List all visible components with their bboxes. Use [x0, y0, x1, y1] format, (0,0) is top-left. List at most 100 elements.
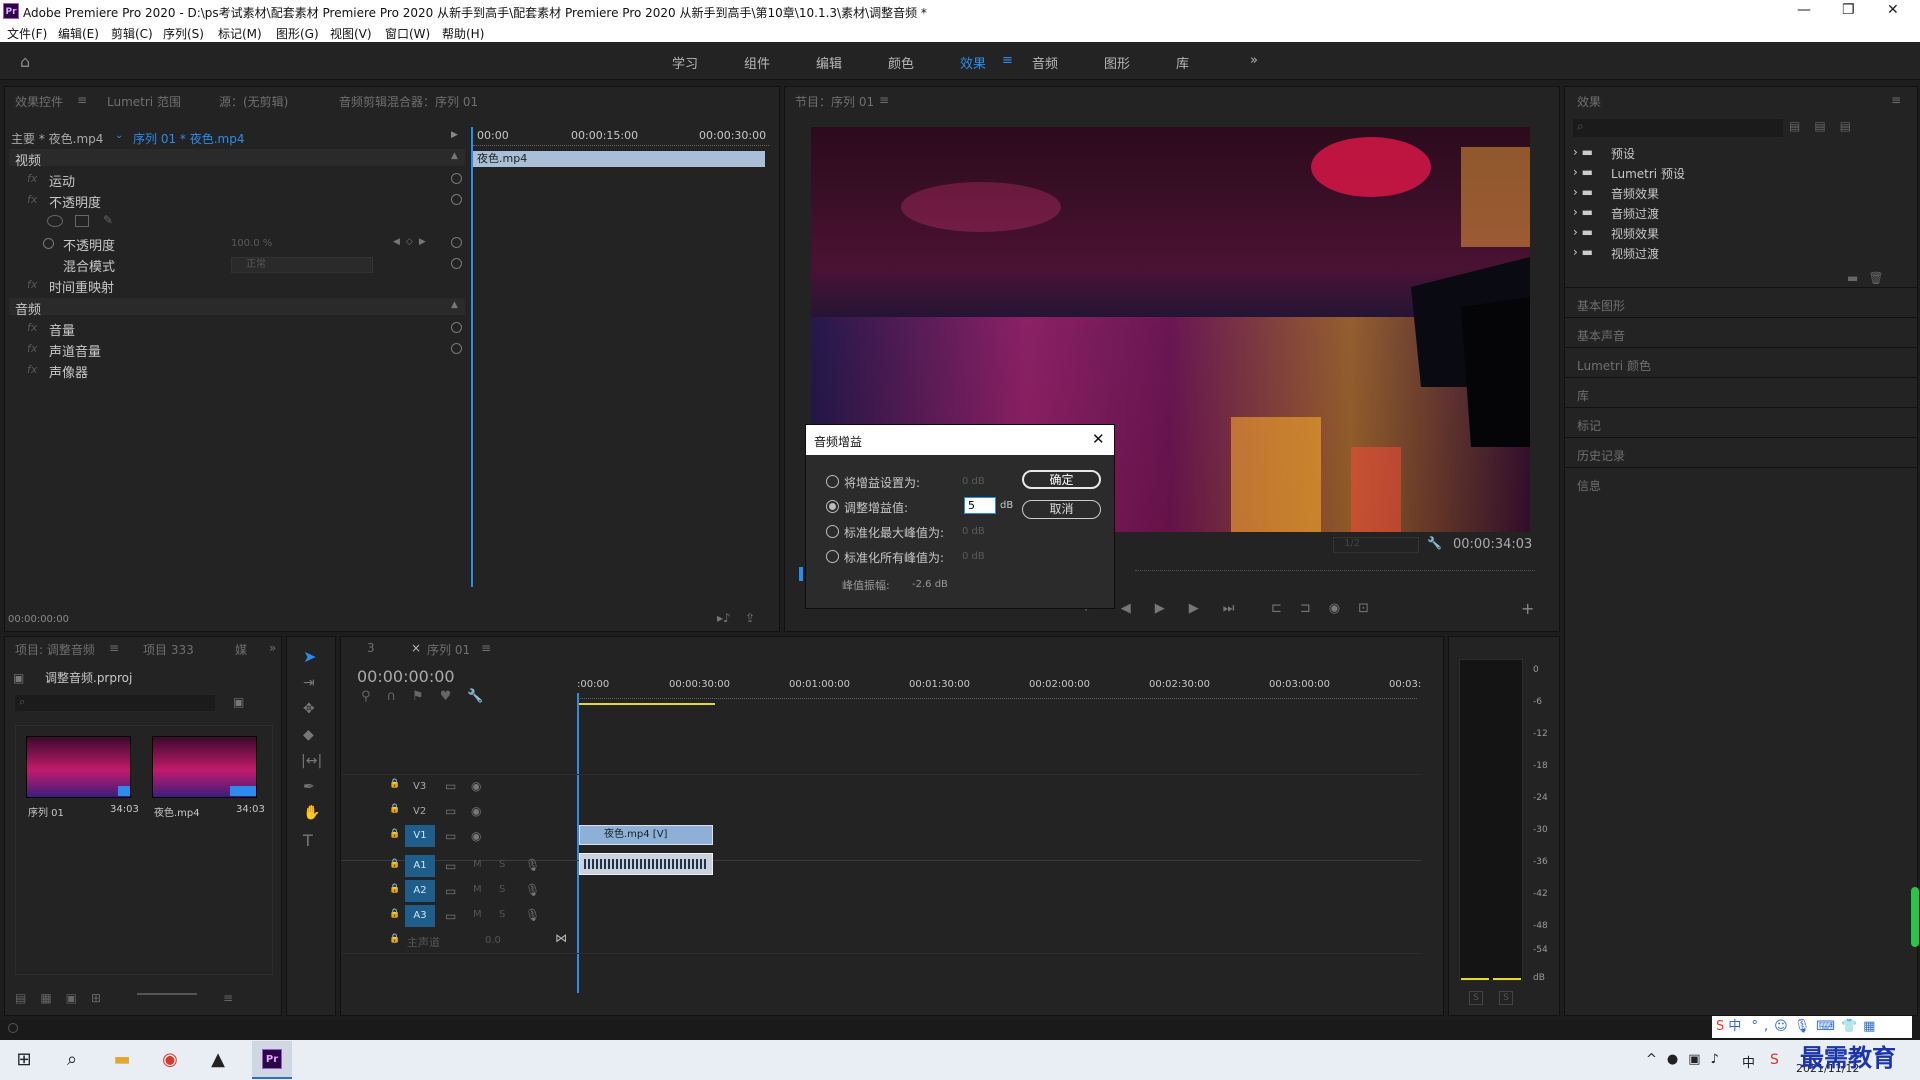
- panner-effect[interactable]: 声像器: [49, 362, 88, 381]
- more-workspaces-icon[interactable]: »: [1250, 53, 1258, 68]
- sync-lock-icon[interactable]: ▭: [445, 859, 456, 873]
- folder-video-transitions[interactable]: 视频过渡: [1611, 245, 1659, 262]
- menu-clip[interactable]: 剪辑(C): [111, 25, 153, 42]
- solo-button[interactable]: S: [499, 859, 505, 870]
- close-icon[interactable]: ✕: [1092, 430, 1105, 448]
- folder-audio-transitions[interactable]: 音频过渡: [1611, 205, 1659, 222]
- folder-audio-effects[interactable]: 音频效果: [1611, 185, 1659, 202]
- lock-icon[interactable]: 🔒: [389, 884, 400, 894]
- tab-close-icon[interactable]: ×: [411, 641, 421, 655]
- expand-icon[interactable]: ›: [1573, 225, 1578, 239]
- tab-menu-icon[interactable]: ≡: [1891, 93, 1901, 107]
- reset-icon[interactable]: [451, 322, 462, 333]
- adjust-gain-input[interactable]: 5: [964, 497, 996, 514]
- ok-button[interactable]: 确定: [1022, 470, 1101, 489]
- ws-color[interactable]: 颜色: [888, 53, 914, 72]
- motion-effect[interactable]: 运动: [49, 171, 75, 190]
- fx-badge[interactable]: fx: [27, 342, 37, 355]
- lock-icon[interactable]: 🔒: [389, 859, 400, 869]
- sync-lock-icon[interactable]: ▭: [445, 909, 456, 923]
- eye-icon[interactable]: ◉: [471, 829, 481, 843]
- menu-window[interactable]: 窗口(W): [385, 25, 430, 42]
- keyframe-nav-icon[interactable]: ◀◇▶: [393, 237, 432, 247]
- clip-item-name[interactable]: 夜色.mp4: [154, 804, 200, 819]
- work-area-bar[interactable]: [579, 703, 715, 705]
- ws-editing[interactable]: 编辑: [816, 53, 842, 72]
- track-v2[interactable]: V2: [413, 806, 426, 817]
- tab-menu-icon[interactable]: ≡: [109, 641, 119, 655]
- tab-menu-icon[interactable]: ≡: [481, 641, 491, 655]
- volume-effect[interactable]: 音量: [49, 320, 75, 339]
- search-icon[interactable]: ⌕: [54, 1046, 90, 1074]
- cancel-button[interactable]: 取消: [1022, 500, 1101, 519]
- panel-markers[interactable]: 标记: [1577, 417, 1601, 434]
- tab-source[interactable]: 源：(无剪辑): [219, 93, 288, 110]
- track-a1[interactable]: A1: [405, 855, 435, 877]
- fit-select[interactable]: 1/2: [1333, 537, 1419, 553]
- tab-lumetri-scopes[interactable]: Lumetri 范围: [107, 93, 181, 110]
- ec-clip-bar[interactable]: 夜色.mp4: [471, 151, 765, 167]
- razor-tool-icon[interactable]: ◆: [303, 727, 314, 743]
- timeline-tool-icons[interactable]: ⚲∩⚑♥🔧: [361, 689, 500, 704]
- expand-icon[interactable]: ›: [1573, 205, 1578, 219]
- solo-left-button[interactable]: S: [1469, 991, 1483, 1005]
- folder-presets[interactable]: 预设: [1611, 145, 1635, 162]
- type-tool-icon[interactable]: T: [303, 831, 313, 850]
- radio-normalize-all[interactable]: [826, 550, 839, 563]
- radio-normalize-max[interactable]: [826, 525, 839, 538]
- chevron-down-icon[interactable]: ⌄: [115, 130, 123, 141]
- eye-icon[interactable]: ◉: [471, 804, 481, 818]
- sync-lock-icon[interactable]: ▭: [445, 884, 456, 898]
- ws-menu-icon[interactable]: ≡: [1002, 53, 1013, 68]
- radio-adjust-gain[interactable]: [826, 500, 839, 513]
- play-only-icon[interactable]: ▶: [451, 130, 458, 140]
- fx-badge[interactable]: fx: [27, 278, 37, 291]
- system-tray-icons[interactable]: ^●▣♪: [1646, 1052, 1729, 1067]
- sequence-clip-label[interactable]: 序列 01 * 夜色.mp4: [133, 130, 244, 147]
- track-select-tool-icon[interactable]: ⇥: [303, 675, 315, 691]
- lock-icon[interactable]: 🔒: [389, 934, 400, 944]
- audio-clip[interactable]: [579, 853, 713, 875]
- overflow-icon[interactable]: »: [269, 641, 276, 655]
- opacity-value[interactable]: 100.0 %: [231, 238, 272, 249]
- folder-lumetri-presets[interactable]: Lumetri 预设: [1611, 165, 1685, 182]
- reset-icon[interactable]: [451, 237, 462, 248]
- ec-timecode[interactable]: 00:00:00:00: [8, 614, 69, 625]
- lock-icon[interactable]: 🔒: [389, 909, 400, 919]
- reset-icon[interactable]: [451, 258, 462, 269]
- restore-icon[interactable]: ❐: [1842, 2, 1855, 18]
- expand-icon[interactable]: ›: [1573, 245, 1578, 259]
- sequence-thumbnail[interactable]: [26, 736, 131, 798]
- lock-icon[interactable]: 🔒: [389, 779, 400, 789]
- panel-libraries[interactable]: 库: [1577, 387, 1589, 404]
- track-v3[interactable]: V3: [413, 781, 426, 792]
- sequence-item-name[interactable]: 序列 01: [28, 804, 64, 819]
- minimize-icon[interactable]: —: [1797, 2, 1811, 18]
- panel-essential-sound[interactable]: 基本声音: [1577, 327, 1625, 344]
- panel-lumetri-color[interactable]: Lumetri 颜色: [1577, 357, 1651, 374]
- ws-graphics[interactable]: 图形: [1104, 53, 1130, 72]
- expand-icon[interactable]: ›: [1573, 165, 1578, 179]
- mute-button[interactable]: M: [473, 884, 482, 895]
- sync-lock-icon[interactable]: ▭: [445, 804, 456, 818]
- mic-icon[interactable]: 🎙: [525, 858, 540, 872]
- collapse-icon[interactable]: ▲: [451, 151, 458, 161]
- tab-menu-icon[interactable]: ≡: [879, 93, 889, 107]
- file-explorer-icon[interactable]: ▬: [104, 1046, 140, 1074]
- photos-icon[interactable]: ▲: [200, 1046, 236, 1074]
- ws-learn[interactable]: 学习: [672, 53, 698, 72]
- export-icon[interactable]: ⇪: [745, 611, 755, 625]
- ec-ruler[interactable]: 00:00 00:00:15:00 00:00:30:00: [469, 125, 777, 147]
- solo-button[interactable]: S: [499, 884, 505, 895]
- track-a3[interactable]: A3: [405, 905, 435, 927]
- sync-lock-icon[interactable]: ▭: [445, 829, 456, 843]
- sync-lock-icon[interactable]: ▭: [445, 779, 456, 793]
- tab-sequence-01[interactable]: 序列 01: [427, 641, 470, 658]
- time-remap-effect[interactable]: 时间重映射: [49, 277, 114, 296]
- new-bin-icon[interactable]: ▣: [233, 695, 244, 709]
- folder-video-effects[interactable]: 视频效果: [1611, 225, 1659, 242]
- filter-icon[interactable]: ▸♪: [717, 611, 731, 625]
- reset-icon[interactable]: [451, 194, 462, 205]
- new-bin-delete-icons[interactable]: ▬🗑: [1847, 271, 1894, 285]
- ime-toolbar[interactable]: S 中 °,☺🎙⌨👕▦: [1712, 1016, 1912, 1038]
